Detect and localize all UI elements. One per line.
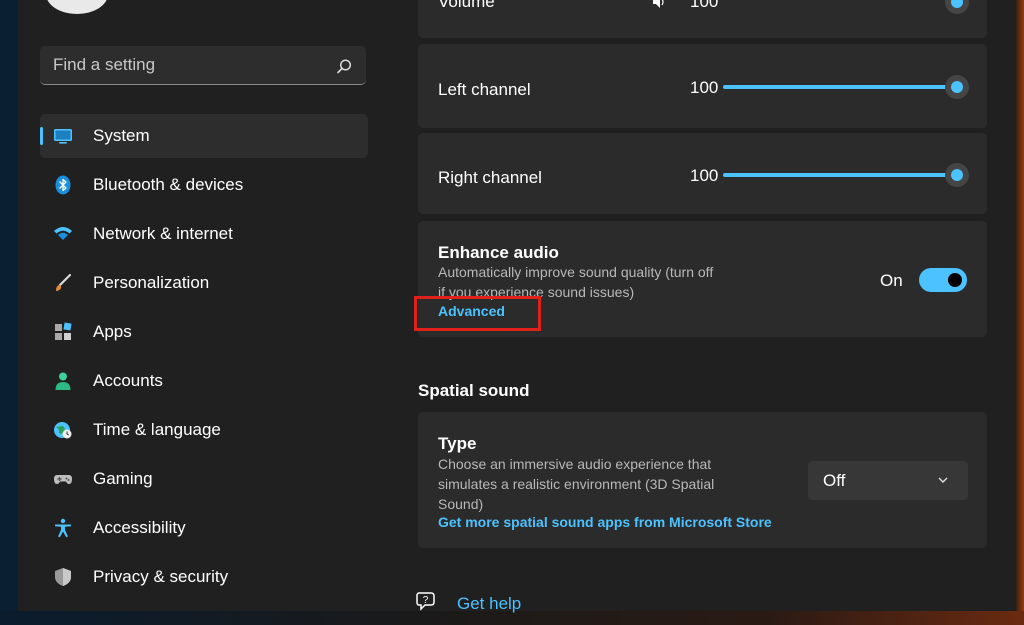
sidebar-item-privacy[interactable]: Privacy & security [40,555,368,599]
sidebar-item-label: Network & internet [93,224,233,243]
left-channel-label: Left channel [438,80,531,99]
search-box[interactable] [40,46,366,85]
sidebar-item-label: Bluetooth & devices [93,175,244,194]
speaker-icon[interactable] [651,0,667,10]
section-title: Spatial sound [418,381,530,400]
wifi-icon [54,227,72,240]
sidebar-item-bluetooth[interactable]: Bluetooth & devices [40,163,368,207]
volume-label: Volume [438,0,495,11]
volume-slider-thumb[interactable] [945,0,969,14]
sidebar-item-time-language[interactable]: Time & language [40,408,368,452]
sidebar-nav: System Bluetooth & devices Network & int… [40,114,368,604]
right-channel-label: Right channel [438,168,542,187]
store-link[interactable]: Get more spatial sound apps from Microso… [438,514,772,530]
right-channel-slider-track[interactable] [723,173,951,177]
volume-value: 100 [690,0,719,11]
enhance-audio-title: Enhance audio [438,243,559,262]
sidebar-item-accessibility[interactable]: Accessibility [40,506,368,550]
sidebar-item-label: Apps [93,322,132,341]
help-icon: ? [416,592,435,611]
sidebar-item-label: Personalization [93,273,210,292]
search-input[interactable] [40,46,330,84]
toggle-knob [948,273,962,287]
sidebar-item-network[interactable]: Network & internet [40,212,368,256]
right-channel-slider-thumb[interactable] [945,163,969,187]
person-icon [55,372,71,390]
spatial-description: Sound) [438,496,484,512]
chevron-down-icon[interactable] [937,474,949,486]
enhance-audio-toggle[interactable] [919,268,967,292]
accessibility-icon [55,518,71,538]
sidebar-item-personalization[interactable]: Personalization [40,261,368,305]
sidebar-item-label: Accessibility [93,518,186,537]
left-channel-card: Left channel 100 [418,44,987,128]
right-channel-card: Right channel 100 [418,133,987,214]
toggle-state-label: On [880,271,903,290]
left-channel-slider-track[interactable] [723,85,951,89]
sidebar-item-label: Time & language [93,420,221,439]
sidebar-item-label: Gaming [93,469,153,488]
search-icon[interactable] [335,58,353,76]
sidebar-item-apps[interactable]: Apps [40,310,368,354]
shield-icon [55,568,71,586]
sidebar-item-label: System [93,126,150,145]
svg-text:?: ? [423,595,429,606]
sidebar-item-label: Privacy & security [93,567,229,586]
right-channel-value: 100 [690,166,719,185]
spatial-description: Choose an immersive audio experience tha… [438,456,712,472]
dropdown-value: Off [823,471,846,490]
monitor-icon [54,129,72,144]
highlight-box [414,296,541,331]
left-channel-value: 100 [690,78,719,97]
globe-clock-icon [54,422,72,439]
volume-card: Volume 100 [418,0,987,38]
gamepad-icon [54,475,72,484]
spatial-type-title: Type [438,434,477,453]
sidebar-item-system[interactable]: System [40,114,368,158]
sidebar-item-label: Accounts [93,371,163,390]
sidebar-item-gaming[interactable]: Gaming [40,457,368,501]
spatial-description: simulates a realistic environment (3D Sp… [438,476,715,492]
brush-icon [56,273,72,291]
bluetooth-icon [55,175,71,195]
apps-icon [55,322,72,340]
enhance-audio-description: Automatically improve sound quality (tur… [438,264,714,280]
sidebar-item-accounts[interactable]: Accounts [40,359,368,403]
get-help-link[interactable]: Get help [457,594,521,614]
left-channel-slider-thumb[interactable] [945,75,969,99]
